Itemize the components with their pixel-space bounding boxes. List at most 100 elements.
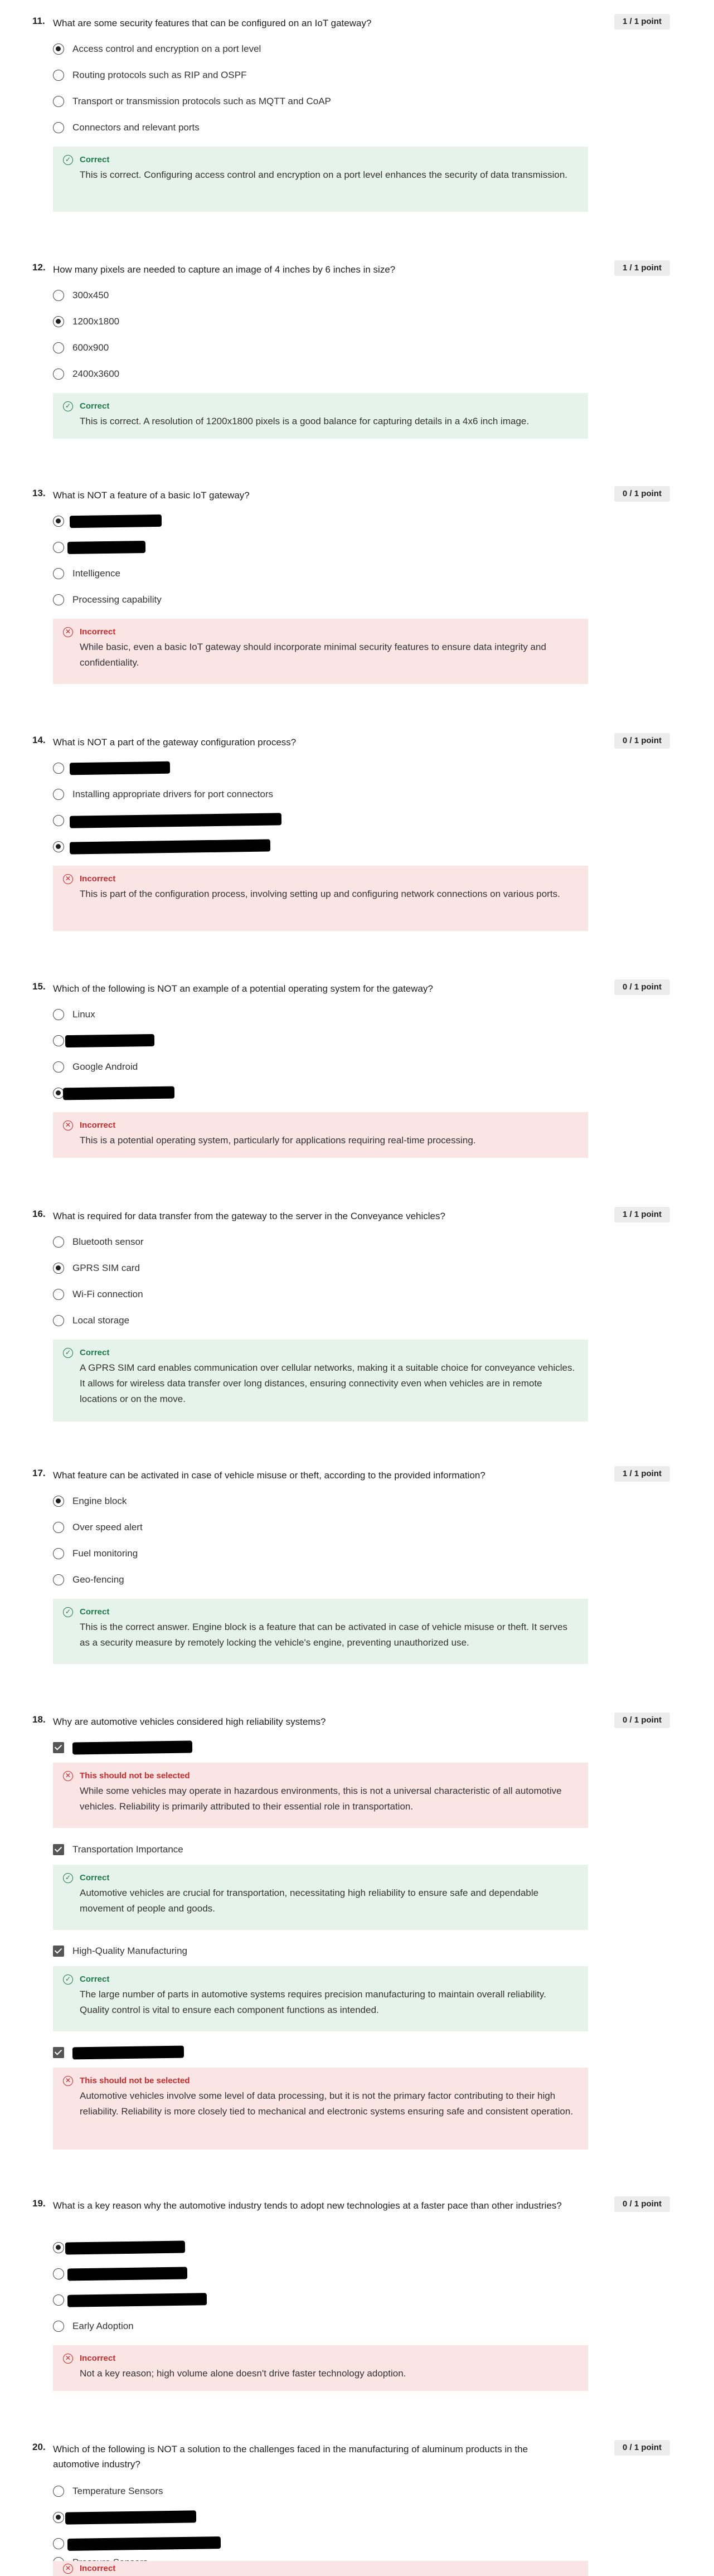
radio-button-selected[interactable]	[53, 2242, 64, 2253]
radio-button[interactable]	[53, 290, 64, 301]
answer-option[interactable]: Bluetooth sensor	[53, 1235, 499, 1251]
radio-button-selected[interactable]	[53, 316, 64, 327]
answer-option[interactable]	[53, 2267, 499, 2283]
radio-button[interactable]	[53, 1035, 64, 1046]
radio-button-selected[interactable]	[53, 2512, 64, 2523]
answer-option[interactable]: Wi-Fi connection	[53, 1287, 499, 1304]
answer-option[interactable]: Early Adoption	[53, 2319, 499, 2336]
radio-button[interactable]	[53, 2321, 64, 2332]
radio-button-selected[interactable]	[53, 841, 64, 852]
answer-option[interactable]: 600x900	[53, 341, 499, 357]
question-text: Why are automotive vehicles considered h…	[53, 1716, 326, 1727]
radio-button[interactable]	[53, 2486, 64, 2497]
answer-option[interactable]: Connectors and relevant ports	[53, 120, 499, 137]
answer-option[interactable]: High-Quality Manufacturing	[53, 1944, 499, 1961]
answer-option[interactable]	[53, 2510, 499, 2527]
radio-button-selected[interactable]	[53, 1496, 64, 1507]
answer-option[interactable]: 2400x3600	[53, 367, 499, 384]
answer-option[interactable]	[53, 1034, 499, 1050]
radio-button[interactable]	[53, 1061, 64, 1073]
question-text: What is a key reason why the automotive …	[53, 2200, 562, 2211]
answer-option[interactable]	[53, 2293, 499, 2310]
score-badge: 1 / 1 point	[614, 1207, 670, 1222]
option-label: Installing appropriate drivers for port …	[72, 789, 274, 799]
feedback-box: ✓ Correct Automotive vehicles are crucia…	[53, 1865, 588, 1930]
answer-option[interactable]	[53, 1740, 499, 1757]
feedback-text: This is a potential operating system, pa…	[80, 1135, 476, 1146]
question-text: What is required for data transfer from …	[53, 1211, 445, 1221]
radio-button[interactable]	[53, 70, 64, 81]
answer-option[interactable]: 1200x1800	[53, 314, 499, 331]
radio-button[interactable]	[53, 568, 64, 579]
feedback-title: This should not be selected	[80, 2076, 190, 2085]
radio-button[interactable]	[53, 1289, 64, 1300]
answer-option[interactable]: Over speed alert	[53, 1520, 499, 1537]
radio-button[interactable]	[53, 1574, 64, 1585]
answer-option[interactable]	[53, 813, 499, 830]
radio-button-selected[interactable]	[53, 43, 64, 55]
quiz-results: 11. What are some security features that…	[0, 0, 714, 2576]
answer-option[interactable]: GPRS SIM card	[53, 1261, 499, 1278]
radio-button[interactable]	[53, 1315, 64, 1326]
answer-option[interactable]	[53, 761, 499, 778]
radio-button-selected[interactable]	[53, 516, 64, 527]
redacted-label	[65, 2510, 197, 2525]
feedback-box: ✕ Incorrect This is part of the configur…	[53, 866, 588, 931]
radio-button[interactable]	[53, 122, 64, 133]
answer-option[interactable]: Routing protocols such as RIP and OSPF	[53, 68, 499, 85]
radio-button[interactable]	[53, 542, 64, 553]
answer-option[interactable]: Processing capability	[53, 593, 499, 609]
question-number: 18.	[32, 1714, 46, 1725]
feedback-title: Correct	[80, 1873, 110, 1883]
question-number: 17.	[32, 1468, 46, 1478]
feedback-title: Correct	[80, 1607, 110, 1617]
radio-button[interactable]	[53, 1236, 64, 1248]
radio-button[interactable]	[53, 342, 64, 353]
answer-option[interactable]	[53, 2240, 499, 2257]
checkbox-checked[interactable]	[53, 2047, 64, 2058]
answer-option[interactable]: Linux	[53, 1007, 499, 1024]
checkbox-checked[interactable]	[53, 1946, 64, 1957]
feedback-box: ✕ This should not be selected Automotive…	[53, 2068, 588, 2150]
answer-option[interactable]	[53, 2536, 499, 2553]
question-text: What is NOT a part of the gateway config…	[53, 737, 297, 748]
feedback-text: Automotive vehicles are crucial for tran…	[80, 1888, 539, 1914]
radio-button[interactable]	[53, 2294, 64, 2306]
radio-button[interactable]	[53, 815, 64, 826]
answer-option[interactable]: Installing appropriate drivers for port …	[53, 787, 499, 804]
answer-option[interactable]: Google Android	[53, 1060, 499, 1076]
radio-button[interactable]	[53, 789, 64, 800]
answer-option[interactable]	[53, 1086, 499, 1103]
answer-option[interactable]	[53, 514, 499, 531]
answer-option[interactable]: Engine block	[53, 1494, 499, 1511]
answer-option[interactable]: Intelligence	[53, 566, 499, 583]
answer-option[interactable]: Transport or transmission protocols such…	[53, 94, 499, 111]
radio-button-selected[interactable]	[53, 1263, 64, 1274]
radio-button[interactable]	[53, 2268, 64, 2279]
answer-option[interactable]	[53, 2045, 499, 2062]
radio-button[interactable]	[53, 763, 64, 774]
radio-button[interactable]	[53, 1009, 64, 1020]
radio-button[interactable]	[53, 1548, 64, 1559]
radio-button[interactable]	[53, 96, 64, 107]
answer-option[interactable]: Fuel monitoring	[53, 1546, 499, 1563]
answer-option[interactable]	[53, 839, 499, 856]
radio-button[interactable]	[53, 2538, 64, 2549]
question-16: 16. What is required for data transfer f…	[0, 1204, 714, 1427]
radio-button[interactable]	[53, 368, 64, 380]
radio-button[interactable]	[53, 594, 64, 605]
answer-option[interactable]: Access control and encryption on a port …	[53, 42, 499, 59]
feedback-text: This is the correct answer. Engine block…	[80, 1622, 567, 1648]
feedback-box: ✕ Incorrect This is a potential operatin…	[53, 1112, 588, 1158]
answer-option[interactable]	[53, 540, 499, 557]
answer-option[interactable]: Temperature Sensors	[53, 2484, 499, 2501]
checkbox-checked[interactable]	[53, 1742, 64, 1753]
answer-option[interactable]: Transportation Importance	[53, 1842, 499, 1859]
feedback-box: ✓ Correct This is correct. A resolution …	[53, 393, 588, 439]
answer-option[interactable]: Local storage	[53, 1313, 499, 1330]
radio-button[interactable]	[53, 1522, 64, 1533]
feedback-title: Incorrect	[80, 1120, 116, 1130]
answer-option[interactable]: Geo-fencing	[53, 1573, 499, 1589]
answer-option[interactable]: 300x450	[53, 288, 499, 305]
checkbox-checked[interactable]	[53, 1844, 64, 1855]
